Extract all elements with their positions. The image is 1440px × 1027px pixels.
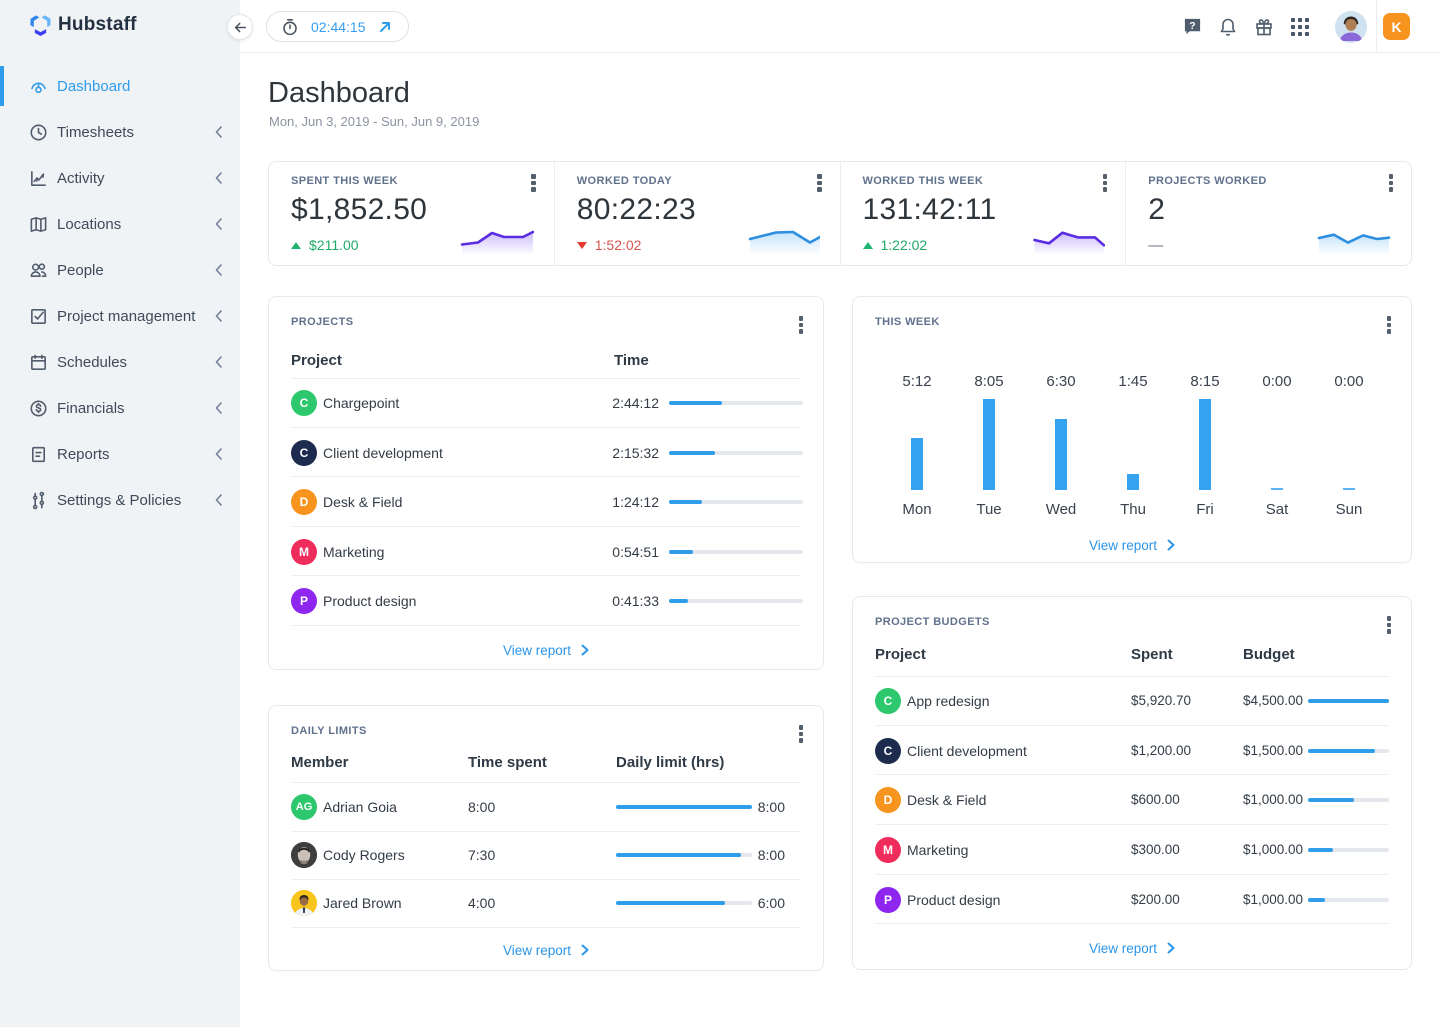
svg-text:?: ? [1189, 21, 1195, 32]
